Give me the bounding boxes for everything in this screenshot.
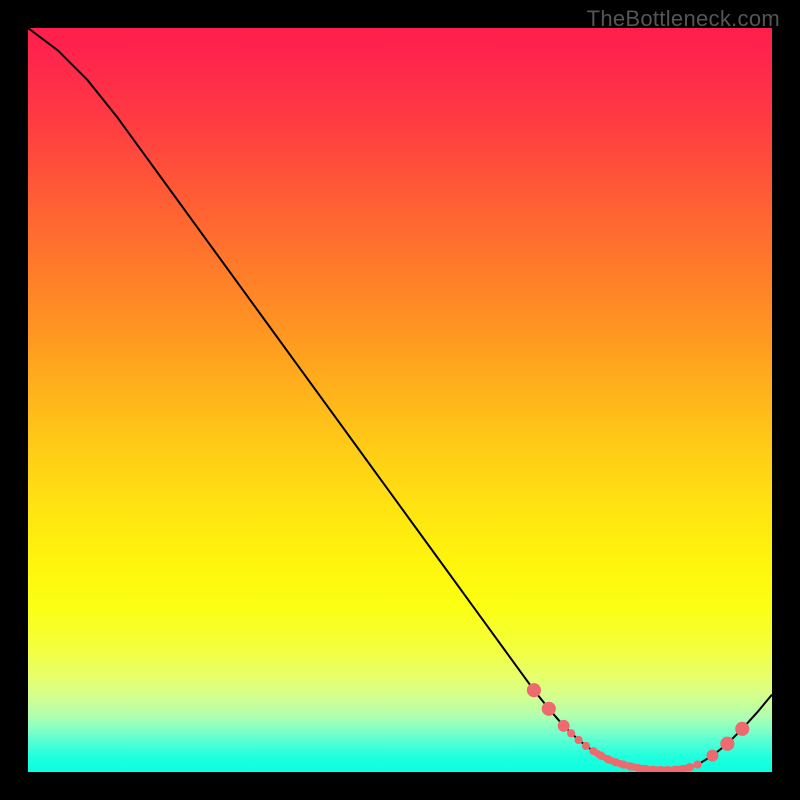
marker-dot [683,764,690,771]
marker-dot [735,722,749,736]
marker-dot [582,742,590,750]
marker-dot [694,760,702,768]
marker-dot [558,720,570,732]
bottleneck-curve-line [28,28,772,770]
chart-plot-group [28,28,772,772]
marker-dot [567,729,575,737]
marker-dot [542,702,556,716]
marker-dot [527,683,541,697]
highlight-markers [527,683,749,772]
marker-dot [574,736,582,744]
marker-dot [720,737,734,751]
bottleneck-chart [28,28,772,772]
watermark-label: TheBottleneck.com [587,6,780,32]
chart-container [28,28,772,772]
marker-dot [707,750,719,762]
